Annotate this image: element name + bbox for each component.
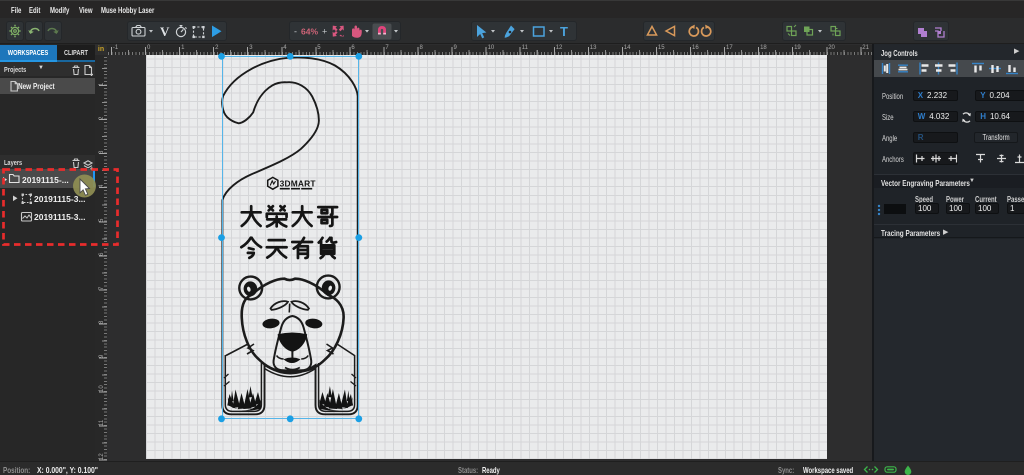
svg-text:T: T — [560, 24, 568, 39]
svg-text:+: + — [322, 27, 327, 37]
svg-text:-: - — [294, 27, 297, 37]
svg-text:64%: 64% — [301, 27, 318, 37]
svg-text:V: V — [160, 24, 170, 39]
